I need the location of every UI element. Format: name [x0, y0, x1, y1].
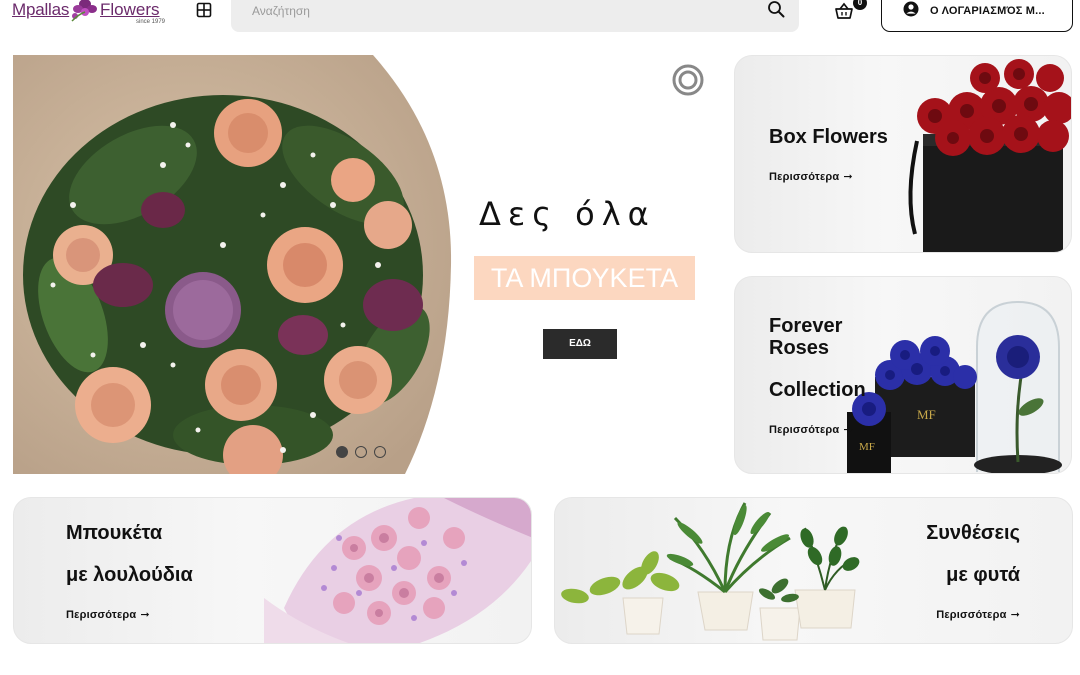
cart-count-badge: 0 [853, 0, 867, 10]
hero-slider: Δες όλα ΤΑ ΜΠΟΥΚΕΤΑ ΕΔΩ [13, 55, 721, 474]
card-box-more-label: Περισσότερα [769, 171, 840, 183]
card-forever-roses[interactable]: MF MF Forever Roses Collection Περισσότε… [734, 276, 1072, 474]
card-plants-more-link[interactable]: Περισσότερα ➞ [936, 608, 1020, 621]
card-bouquets-title-line1: Μπουκέτα [66, 522, 163, 544]
card-box-title: Box Flowers [769, 126, 888, 148]
slider-dot-3[interactable] [374, 446, 386, 458]
account-button[interactable]: Ο ΛΟΓΑΡΙΑΣΜΌΣ Μ... [881, 0, 1073, 32]
site-header: Mpallas Flowers since 1979 0 [0, 0, 1080, 40]
hero-cta-button[interactable]: ΕΔΩ [543, 329, 617, 359]
box-flowers-image [908, 59, 1071, 252]
card-forever-title-line2: Roses [769, 337, 830, 359]
hero-title: Δες όλα [479, 195, 656, 233]
card-bouquets[interactable]: Μπουκέτα με λουλούδια Περισσότερα ➞ [13, 497, 532, 644]
logo-since: since 1979 [136, 19, 166, 25]
arrow-right-icon: ➞ [843, 424, 853, 436]
hero-subtitle: ΤΑ ΜΠΟΥΚΕΤΑ [474, 256, 695, 300]
arrow-right-icon: ➞ [1010, 609, 1020, 621]
card-forever-title-line1: Forever [769, 315, 843, 337]
arrow-right-icon: ➞ [843, 171, 853, 183]
card-bouquets-more-link[interactable]: Περισσότερα ➞ [66, 608, 150, 621]
svg-text:MF: MF [859, 441, 875, 453]
card-bouquets-title-line2: με λουλούδια [66, 564, 193, 586]
card-plants-title-line1: Συνθέσεις [926, 522, 1020, 544]
search-icon[interactable] [767, 0, 785, 18]
search-bar [231, 0, 799, 32]
bouquet-pink-image [264, 498, 531, 643]
search-input[interactable] [252, 0, 732, 22]
orchid-logo-icon [71, 0, 97, 22]
card-plant-arrangements[interactable]: Συνθέσεις με φυτά Περισσότερα ➞ [554, 497, 1073, 644]
basket-icon [835, 2, 853, 19]
slider-dots [336, 446, 386, 460]
card-box-more-link[interactable]: Περισσότερα ➞ [769, 170, 853, 183]
slider-dot-1[interactable] [336, 446, 348, 458]
forever-roses-image: MF MF [847, 300, 1062, 473]
svg-text:MF: MF [917, 407, 936, 422]
logo-word-flowers: Flowers [100, 0, 160, 19]
account-label: Ο ΛΟΓΑΡΙΑΣΜΌΣ Μ... [930, 5, 1045, 17]
slider-dot-2[interactable] [355, 446, 367, 458]
card-box-flowers[interactable]: Box Flowers Περισσότερα ➞ [734, 55, 1072, 253]
categories-grid-icon[interactable] [196, 2, 212, 18]
card-plants-more-label: Περισσότερα [936, 609, 1007, 621]
arrow-right-icon: ➞ [140, 609, 150, 621]
potted-plants-image [561, 502, 860, 641]
logo-word-mpallas: Mpallas [12, 0, 70, 19]
card-forever-more-label: Περισσότερα [769, 424, 840, 436]
card-forever-more-link[interactable]: Περισσότερα ➞ [769, 423, 853, 436]
slider-toggle-ring-icon[interactable] [671, 63, 705, 97]
user-circle-icon [903, 1, 919, 17]
card-plants-title-line2: με φυτά [946, 564, 1020, 586]
card-forever-title-line3: Collection [769, 379, 866, 401]
card-bouquets-more-label: Περισσότερα [66, 609, 137, 621]
cart-button[interactable]: 0 [834, 0, 868, 22]
